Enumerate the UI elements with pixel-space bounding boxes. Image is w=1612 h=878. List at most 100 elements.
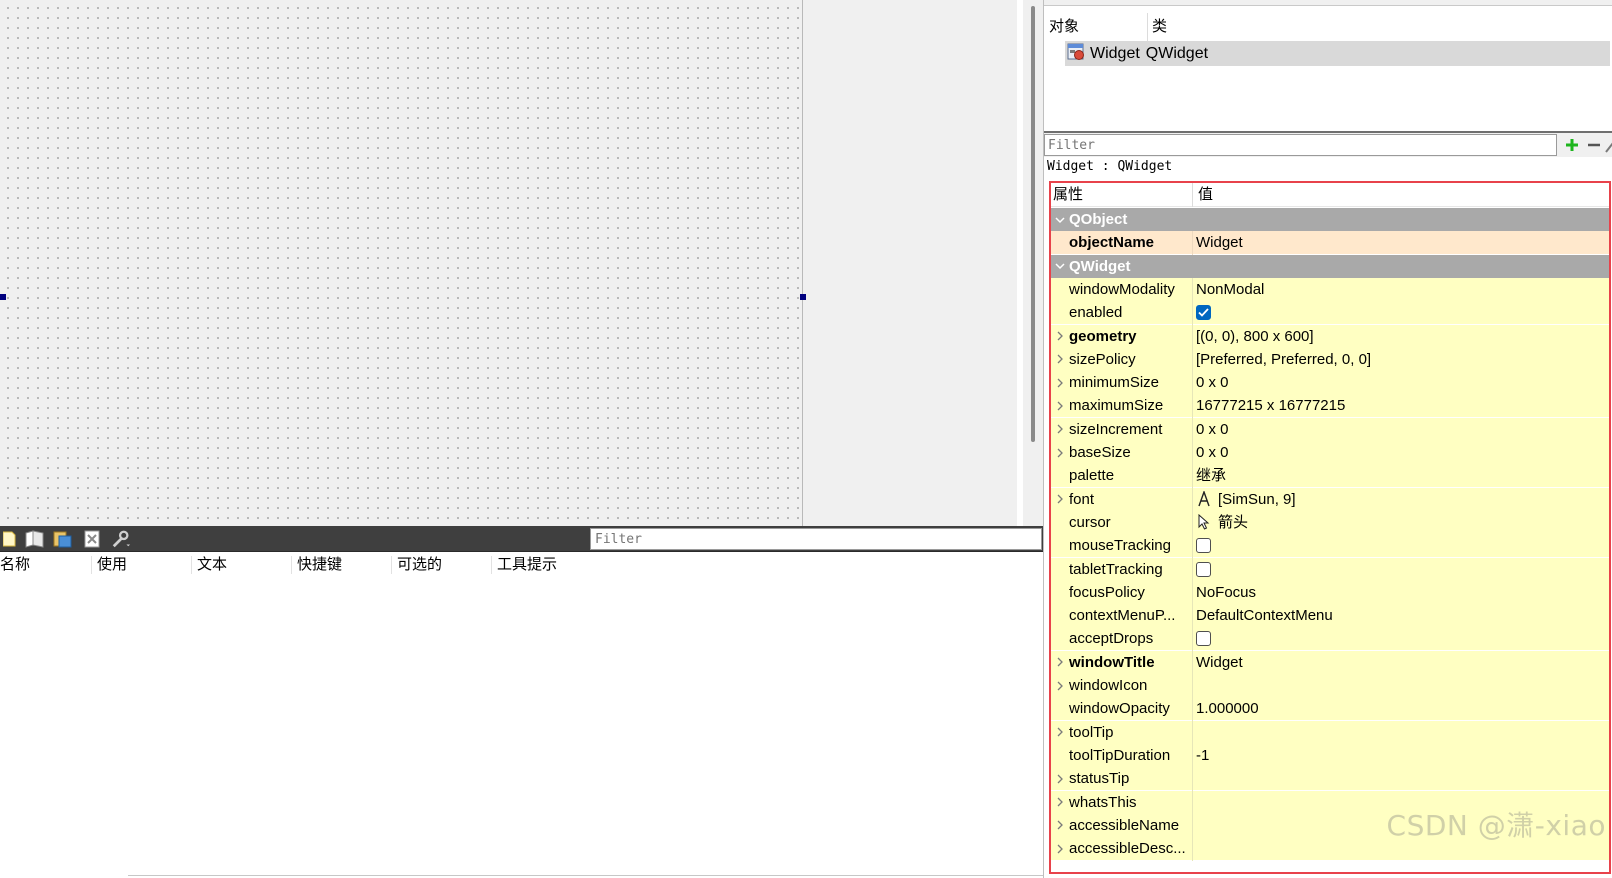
property-row-size-policy[interactable]: sizePolicy [Preferred, Preferred, 0, 0] xyxy=(1051,347,1609,372)
property-value[interactable]: 继承 xyxy=(1196,464,1606,487)
column-header-text[interactable]: 文本 xyxy=(192,552,227,578)
property-value[interactable]: [Preferred, Preferred, 0, 0] xyxy=(1196,348,1606,371)
property-value[interactable]: NoFocus xyxy=(1196,581,1606,604)
scrollbar-thumb[interactable] xyxy=(1031,6,1035,442)
column-header-tooltip[interactable]: 工具提示 xyxy=(492,552,557,578)
property-value[interactable]: NonModal xyxy=(1196,278,1606,301)
property-value[interactable]: [SimSun, 9] xyxy=(1196,488,1606,511)
property-row-minimum-size[interactable]: minimumSize 0 x 0 xyxy=(1051,371,1609,396)
column-header-name[interactable]: 名称 xyxy=(0,552,30,578)
property-value[interactable] xyxy=(1196,791,1606,814)
chevron-right-icon[interactable] xyxy=(1054,441,1066,464)
property-row-mouse-tracking[interactable]: mouseTracking xyxy=(1051,534,1609,559)
chevron-right-icon[interactable] xyxy=(1054,721,1066,744)
property-row-font[interactable]: font [SimSun, 9] xyxy=(1051,487,1609,512)
property-row-accessible-desc[interactable]: accessibleDesc... xyxy=(1051,837,1609,862)
delete-action-icon[interactable] xyxy=(82,529,102,549)
property-row-accept-drops[interactable]: acceptDrops xyxy=(1051,627,1609,652)
property-value[interactable] xyxy=(1196,837,1606,860)
chevron-right-icon[interactable] xyxy=(1054,837,1066,860)
property-row-focus-policy[interactable]: focusPolicy NoFocus xyxy=(1051,580,1609,605)
column-header-property[interactable]: 属性 xyxy=(1053,183,1083,207)
property-value[interactable]: DefaultContextMenu xyxy=(1196,604,1606,627)
property-value[interactable]: Widget xyxy=(1196,231,1606,254)
chevron-right-icon[interactable] xyxy=(1054,651,1066,674)
property-value[interactable] xyxy=(1196,674,1606,697)
add-dynamic-property-button[interactable] xyxy=(1562,135,1582,155)
checkbox-unchecked[interactable] xyxy=(1196,561,1211,577)
property-value[interactable]: 0 x 0 xyxy=(1196,371,1606,394)
chevron-down-icon[interactable] xyxy=(1054,255,1066,278)
property-value-checkbox[interactable] xyxy=(1196,534,1606,557)
new-action-icon[interactable] xyxy=(0,529,20,549)
property-value-checkbox[interactable] xyxy=(1196,558,1606,581)
property-filter-input[interactable] xyxy=(1044,134,1557,156)
column-header-class[interactable]: 类 xyxy=(1152,13,1167,41)
column-header-value[interactable]: 值 xyxy=(1198,183,1213,207)
chevron-right-icon[interactable] xyxy=(1054,394,1066,417)
property-group-qwidget[interactable]: QWidget xyxy=(1051,254,1609,279)
column-header-shortcut[interactable]: 快捷键 xyxy=(292,552,342,578)
property-editor-config-button[interactable] xyxy=(1605,135,1612,155)
chevron-down-icon[interactable] xyxy=(1054,208,1066,231)
chevron-right-icon[interactable] xyxy=(1054,325,1066,348)
property-value-checkbox[interactable] xyxy=(1196,301,1606,324)
property-row-tool-tip-duration[interactable]: toolTipDuration -1 xyxy=(1051,743,1609,768)
property-row-window-icon[interactable]: windowIcon xyxy=(1051,674,1609,698)
property-value[interactable]: 1.000000 xyxy=(1196,697,1606,720)
property-value[interactable]: [(0, 0), 800 x 600] xyxy=(1196,325,1606,348)
property-value[interactable] xyxy=(1196,814,1606,837)
property-value[interactable]: 16777215 x 16777215 xyxy=(1196,394,1606,417)
chevron-right-icon[interactable] xyxy=(1054,791,1066,814)
property-value[interactable]: Widget xyxy=(1196,651,1606,674)
resize-handle-left[interactable] xyxy=(0,294,6,300)
chevron-right-icon[interactable] xyxy=(1054,767,1066,790)
chevron-right-icon[interactable] xyxy=(1054,348,1066,371)
paste-action-icon[interactable] xyxy=(53,529,73,549)
column-header-object[interactable]: 对象 xyxy=(1049,13,1079,41)
chevron-right-icon[interactable] xyxy=(1054,674,1066,697)
property-value[interactable]: 0 x 0 xyxy=(1196,441,1606,464)
property-row-window-modality[interactable]: windowModality NonModal xyxy=(1051,277,1609,302)
property-value[interactable]: 0 x 0 xyxy=(1196,418,1606,441)
property-row-enabled[interactable]: enabled xyxy=(1051,301,1609,326)
property-row-tool-tip[interactable]: toolTip xyxy=(1051,720,1609,745)
checkbox-checked[interactable] xyxy=(1196,305,1211,321)
property-value[interactable]: 箭头 xyxy=(1196,511,1606,534)
property-row-base-size[interactable]: baseSize 0 x 0 xyxy=(1051,441,1609,465)
canvas-vertical-scrollbar[interactable] xyxy=(1023,0,1043,526)
property-row-object-name[interactable]: objectName Widget xyxy=(1051,231,1609,256)
chevron-right-icon[interactable] xyxy=(1054,488,1066,511)
property-row-accessible-name[interactable]: accessibleName xyxy=(1051,813,1609,838)
chevron-right-icon[interactable] xyxy=(1054,814,1066,837)
form-surface[interactable] xyxy=(0,0,806,526)
configure-icon[interactable] xyxy=(111,529,131,549)
chevron-right-icon[interactable] xyxy=(1054,418,1066,441)
resize-handle-right[interactable] xyxy=(800,294,806,300)
property-row-maximum-size[interactable]: maximumSize 16777215 x 16777215 xyxy=(1051,394,1609,419)
action-filter-input[interactable] xyxy=(590,528,1042,550)
column-header-checkable[interactable]: 可选的 xyxy=(392,552,442,578)
property-value[interactable] xyxy=(1196,767,1606,790)
property-row-geometry[interactable]: geometry [(0, 0), 800 x 600] xyxy=(1051,324,1609,349)
property-value[interactable]: -1 xyxy=(1196,744,1606,767)
chevron-right-icon[interactable] xyxy=(1054,371,1066,394)
property-group-qobject[interactable]: QObject xyxy=(1051,208,1609,232)
property-row-window-opacity[interactable]: windowOpacity 1.000000 xyxy=(1051,697,1609,722)
property-row-context-menu-p[interactable]: contextMenuP... DefaultContextMenu xyxy=(1051,604,1609,629)
property-row-palette[interactable]: palette 继承 xyxy=(1051,464,1609,489)
property-row-status-tip[interactable]: statusTip xyxy=(1051,767,1609,792)
remove-dynamic-property-button[interactable] xyxy=(1584,135,1604,155)
property-row-tablet-tracking[interactable]: tabletTracking xyxy=(1051,557,1609,582)
checkbox-unchecked[interactable] xyxy=(1196,538,1211,554)
checkbox-unchecked[interactable] xyxy=(1196,631,1211,647)
property-value-checkbox[interactable] xyxy=(1196,627,1606,650)
column-header-used[interactable]: 使用 xyxy=(92,552,127,578)
property-row-size-increment[interactable]: sizeIncrement 0 x 0 xyxy=(1051,417,1609,442)
property-row-whats-this[interactable]: whatsThis xyxy=(1051,790,1609,815)
object-tree-row[interactable]: Widget QWidget xyxy=(1065,41,1610,66)
property-value[interactable] xyxy=(1196,721,1606,744)
copy-action-icon[interactable] xyxy=(25,529,45,549)
property-row-cursor[interactable]: cursor 箭头 xyxy=(1051,510,1609,535)
property-row-window-title[interactable]: windowTitle Widget xyxy=(1051,650,1609,675)
